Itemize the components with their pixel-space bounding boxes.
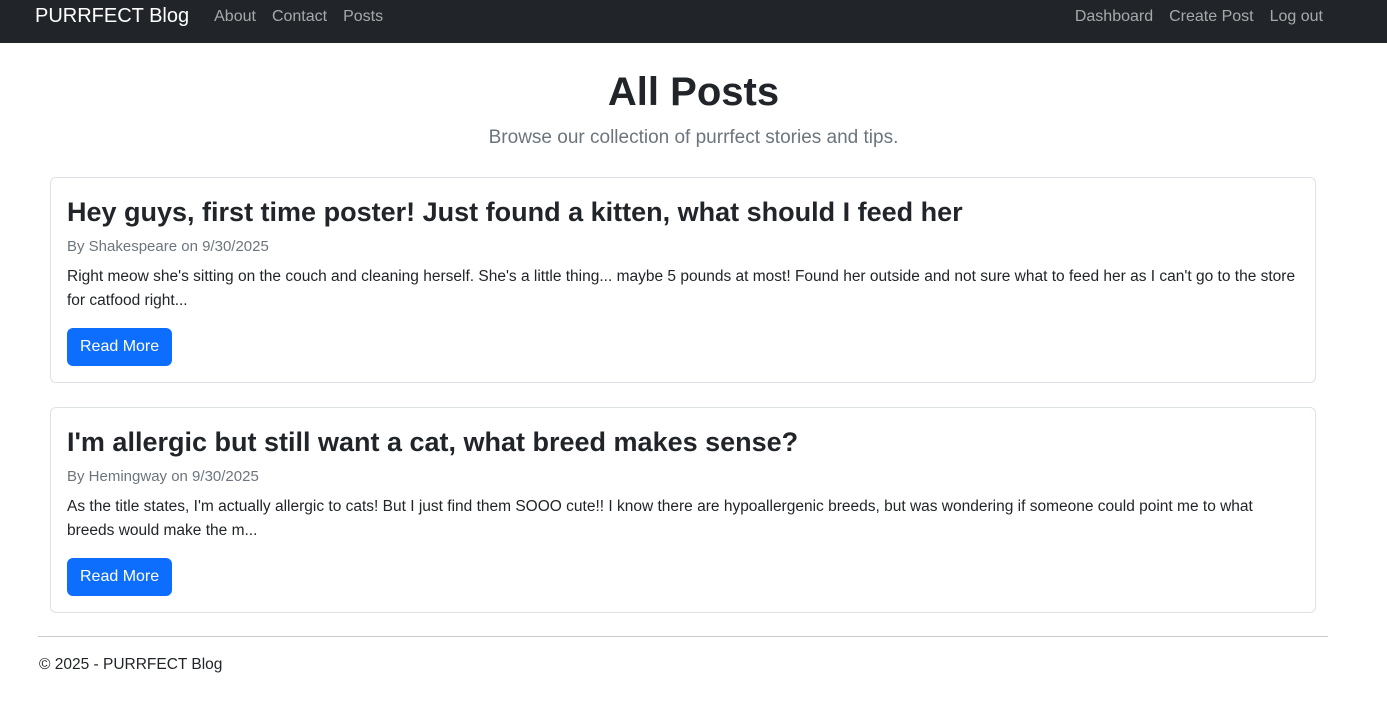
post-excerpt: Right meow she's sitting on the couch an… bbox=[67, 267, 1296, 309]
post-card: I'm allergic but still want a cat, what … bbox=[50, 407, 1316, 613]
read-more-button[interactable]: Read More bbox=[67, 558, 173, 596]
brand-link[interactable]: PURRFECT Blog bbox=[35, 5, 189, 28]
nav-link-posts[interactable]: Posts bbox=[343, 8, 383, 26]
nav-left-group: PURRFECT Blog About Contact Posts bbox=[35, 5, 399, 28]
post-title: I'm allergic but still want a cat, what … bbox=[67, 427, 799, 457]
nav-link-logout[interactable]: Log out bbox=[1270, 8, 1323, 26]
page-subtitle: Browse our collection of purrfect storie… bbox=[488, 127, 899, 148]
footer-copyright: © 2025 - PURRFECT Blog bbox=[39, 656, 223, 673]
nav-right-group: Dashboard Create Post Log out bbox=[1059, 8, 1323, 26]
nav-link-about[interactable]: About bbox=[214, 8, 256, 26]
post-excerpt: As the title states, I'm actually allerg… bbox=[67, 497, 1253, 539]
post-meta: By Shakespeare on 9/30/2025 bbox=[67, 237, 269, 255]
top-navbar: PURRFECT Blog About Contact Posts Dashbo… bbox=[0, 0, 1387, 43]
footer-divider bbox=[38, 636, 1328, 637]
post-title: Hey guys, first time poster! Just found … bbox=[67, 197, 963, 227]
post-card: Hey guys, first time poster! Just found … bbox=[50, 177, 1316, 383]
nav-link-dashboard[interactable]: Dashboard bbox=[1075, 8, 1153, 26]
nav-link-create-post[interactable]: Create Post bbox=[1169, 8, 1253, 26]
page-title: All Posts bbox=[607, 70, 780, 114]
nav-link-contact[interactable]: Contact bbox=[272, 8, 327, 26]
read-more-button[interactable]: Read More bbox=[67, 328, 173, 366]
post-meta: By Hemingway on 9/30/2025 bbox=[67, 467, 259, 485]
